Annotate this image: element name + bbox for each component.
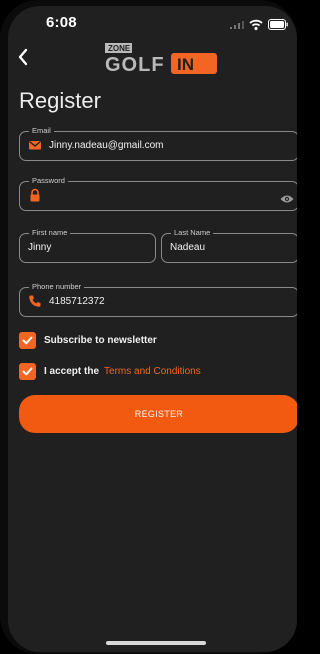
first-name-label: First name bbox=[32, 228, 68, 237]
terms-checkbox-row[interactable]: I accept the Terms and Conditions bbox=[19, 363, 201, 380]
phone-field[interactable]: Phone number 4185712372 bbox=[19, 283, 297, 317]
app-screen: 6:08 ZONE GOLF IN Register Email Jinny.n… bbox=[8, 6, 297, 652]
email-label: Email bbox=[32, 126, 51, 135]
checkmark-icon bbox=[22, 336, 33, 345]
show-password-eye-icon[interactable] bbox=[280, 194, 294, 204]
last-name-field[interactable]: Last Name Nadeau bbox=[161, 229, 297, 263]
svg-text:IN: IN bbox=[177, 55, 194, 74]
password-label: Password bbox=[32, 176, 65, 185]
password-field[interactable]: Password bbox=[19, 177, 297, 211]
back-chevron-icon[interactable] bbox=[17, 48, 29, 66]
first-name-value: Jinny bbox=[28, 241, 52, 253]
wifi-icon bbox=[249, 19, 263, 31]
lock-icon bbox=[30, 188, 40, 202]
first-name-field[interactable]: First name Jinny bbox=[19, 229, 156, 263]
status-time: 6:08 bbox=[46, 14, 77, 31]
phone-frame: 6:08 ZONE GOLF IN Register Email Jinny.n… bbox=[0, 0, 297, 654]
phone-icon bbox=[29, 295, 41, 307]
email-field[interactable]: Email Jinny.nadeau@gmail.com bbox=[19, 127, 297, 161]
page-title: Register bbox=[19, 88, 101, 113]
cellular-signal-icon bbox=[230, 21, 244, 29]
mail-icon bbox=[29, 140, 41, 150]
phone-value: 4185712372 bbox=[49, 295, 105, 307]
newsletter-checkbox-row[interactable]: Subscribe to newsletter bbox=[19, 332, 157, 349]
checkmark-icon bbox=[22, 367, 33, 376]
newsletter-checkbox[interactable] bbox=[19, 332, 36, 349]
svg-text:GOLF: GOLF bbox=[105, 54, 165, 76]
last-name-label: Last Name bbox=[174, 228, 211, 237]
last-name-value: Nadeau bbox=[170, 241, 206, 253]
svg-text:ZONE: ZONE bbox=[108, 44, 131, 53]
terms-label: I accept the bbox=[44, 366, 100, 377]
email-value: Jinny.nadeau@gmail.com bbox=[49, 139, 164, 151]
register-button[interactable]: REGISTER bbox=[19, 395, 297, 433]
status-bar: 6:08 bbox=[8, 6, 297, 36]
phone-label: Phone number bbox=[32, 282, 82, 291]
newsletter-label: Subscribe to newsletter bbox=[44, 335, 157, 346]
terms-checkbox[interactable] bbox=[19, 363, 36, 380]
zone-golf-in-logo: ZONE GOLF IN bbox=[105, 43, 217, 76]
home-indicator bbox=[106, 641, 206, 645]
battery-icon bbox=[268, 19, 288, 30]
terms-link[interactable]: Terms and Conditions bbox=[104, 366, 201, 377]
